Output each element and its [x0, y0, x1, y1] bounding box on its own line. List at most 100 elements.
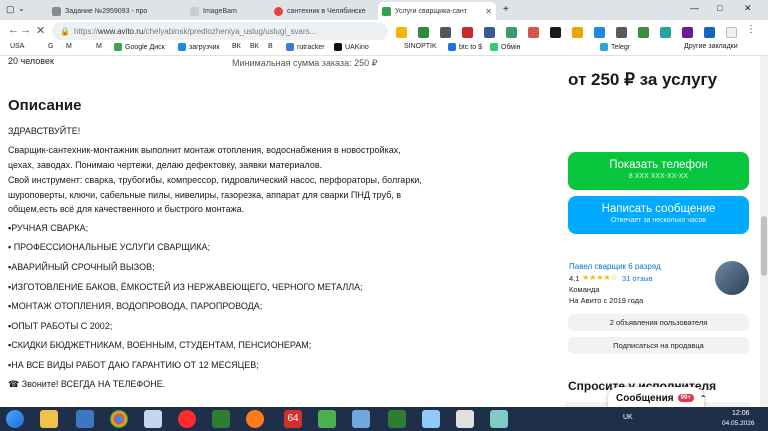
tab-search-icon[interactable]: ▢: [6, 4, 15, 15]
desc-line: ☎ Звоните! ВСЕГДА НА ТЕЛЕФОНЕ.: [8, 379, 166, 389]
extension-icon[interactable]: [616, 27, 627, 38]
address-input[interactable]: 🔒 https:// www.avito.ru /chelyabinsk/pre…: [52, 22, 388, 40]
user-ads-button[interactable]: 2 объявления пользователя: [568, 314, 749, 331]
bookmark-sinoptik[interactable]: SINOPTIK: [404, 43, 437, 50]
other-bookmarks[interactable]: Другие закладки: [684, 43, 738, 50]
scroll-thumb[interactable]: [761, 216, 767, 276]
bookmark-uakino[interactable]: UAKino: [334, 43, 369, 51]
tab-active[interactable]: Услуги сварщика-сант ✕: [378, 2, 496, 20]
extension-icon[interactable]: [528, 27, 539, 38]
new-tab-icon[interactable]: +: [503, 4, 509, 15]
bookmark-label: Telegr: [611, 43, 631, 51]
price-heading: от 250 ₽ за услугу: [568, 70, 718, 89]
bookmark-label: Обмін: [501, 43, 521, 51]
start-icon[interactable]: [6, 410, 24, 428]
bookmark-vk-1[interactable]: ВК: [232, 43, 241, 50]
bookmark-google[interactable]: G: [48, 43, 53, 50]
chevron-up-icon[interactable]: ⌃: [700, 394, 707, 403]
app-icon[interactable]: [422, 410, 440, 428]
desc-line: Свой инструмент: сварка, трубогибы, комп…: [8, 175, 422, 185]
address-bar-row: ← → ✕ 🔒 https:// www.avito.ru /chelyabin…: [0, 20, 768, 42]
bookmark-google-drive[interactable]: Google Диск: [114, 43, 165, 51]
stop-icon[interactable]: ✕: [36, 24, 45, 37]
page-scrollbar[interactable]: [760, 56, 768, 407]
bookmark-rutracker[interactable]: rutracker: [286, 43, 325, 51]
profile-icon[interactable]: [726, 27, 737, 38]
reviews-link[interactable]: 31 отзыв: [622, 274, 653, 283]
extension-icon[interactable]: [638, 27, 649, 38]
subscribe-button[interactable]: Подписаться на продавца: [568, 337, 749, 354]
bookmark-vk-2[interactable]: ВК: [250, 43, 259, 50]
bookmark-b[interactable]: B: [268, 43, 273, 50]
forward-icon[interactable]: →: [20, 24, 31, 36]
chrome-icon[interactable]: [110, 410, 128, 428]
extension-icon[interactable]: [682, 27, 693, 38]
tab-3[interactable]: сантехник в Челябинске: [270, 2, 376, 20]
write-message-button[interactable]: Написать сообщение Отвечает за несколько…: [568, 196, 749, 234]
tab-favicon-icon: [274, 6, 283, 16]
yandex-icon[interactable]: [178, 410, 196, 428]
minimize-button[interactable]: —: [690, 3, 699, 13]
bookmark-label: SINOPTIK: [404, 43, 437, 50]
explorer-icon[interactable]: [40, 410, 58, 428]
language-indicator[interactable]: UK: [623, 414, 633, 421]
tab-close-icon[interactable]: ✕: [485, 7, 492, 16]
app-icon[interactable]: [212, 410, 230, 428]
extension-icon[interactable]: [484, 27, 495, 38]
extension-icon[interactable]: [660, 27, 671, 38]
back-icon[interactable]: ←: [8, 24, 19, 36]
messages-popup[interactable]: Сообщения 99+ ⌃: [608, 387, 707, 409]
seller-avatar[interactable]: [715, 261, 749, 295]
tab-label: Задание №2959093 - про: [65, 7, 148, 15]
app-64-icon[interactable]: 64: [284, 410, 302, 428]
desc-line: ЗДРАВСТВУЙТЕ!: [8, 126, 81, 136]
desc-line: ▪МОНТАЖ ОТОПЛЕНИЯ, ВОДОПРОВОДА, ПАРОПРОВ…: [8, 301, 263, 311]
clock-time[interactable]: 12:06: [732, 410, 750, 417]
close-window-button[interactable]: ✕: [744, 3, 752, 14]
extension-icon[interactable]: [572, 27, 583, 38]
bookmark-mail-1[interactable]: M: [66, 43, 72, 50]
extension-icon[interactable]: [704, 27, 715, 38]
app-icon[interactable]: [388, 410, 406, 428]
app-icon[interactable]: [490, 410, 508, 428]
extension-icon[interactable]: [462, 27, 473, 38]
player-icon[interactable]: [246, 410, 264, 428]
app-icon[interactable]: [144, 410, 162, 428]
show-phone-button[interactable]: Показать телефон 8 XXX XXX-XX-XX: [568, 152, 749, 190]
desc-line: общем,есть всё для качественного и быстр…: [8, 204, 245, 214]
desc-line: ▪РУЧНАЯ СВАРКА;: [8, 223, 89, 233]
bookmark-label: загрузчик: [189, 43, 220, 51]
tab-1[interactable]: Задание №2959093 - про: [48, 2, 158, 20]
desc-line: Сварщик-сантехник-монтажник выполнит мон…: [8, 145, 401, 155]
messages-label: Сообщения: [616, 392, 674, 404]
app-icon[interactable]: [76, 410, 94, 428]
extension-icon[interactable]: [594, 27, 605, 38]
extension-icon[interactable]: [396, 27, 407, 38]
bookmark-label: M: [66, 43, 72, 50]
menu-icon[interactable]: ⋮: [746, 24, 757, 35]
app-icon[interactable]: [456, 410, 474, 428]
app-icon[interactable]: [318, 410, 336, 428]
extension-icon[interactable]: [418, 27, 429, 38]
desc-line: ▪СКИДКИ БЮДЖЕТНИКАМ, ВОЕННЫМ, СТУДЕНТАМ,…: [8, 340, 312, 350]
bookmark-label: ВК: [232, 43, 241, 50]
extension-icon[interactable]: [440, 27, 451, 38]
bookmark-btc[interactable]: btc to $: [448, 43, 482, 51]
bookmark-loader[interactable]: загрузчик: [178, 43, 220, 51]
bookmark-label: UAKino: [345, 43, 369, 51]
bookmark-label: B: [268, 43, 273, 50]
bookmark-obmin[interactable]: Обмін: [490, 43, 521, 51]
bookmark-mail-2[interactable]: M: [96, 43, 102, 50]
extension-icon[interactable]: [550, 27, 561, 38]
seller-rating: 4,1: [569, 274, 580, 283]
chevron-down-icon[interactable]: ⌄: [18, 4, 25, 13]
tab-label: сантехник в Челябинске: [287, 7, 366, 15]
bookmark-usa[interactable]: USA: [10, 43, 24, 50]
tab-2[interactable]: ImageBam: [186, 2, 268, 20]
bookmark-telegram[interactable]: Telegr: [600, 43, 630, 51]
clock-date[interactable]: 04.05.2026: [722, 420, 755, 427]
seller-name-link[interactable]: Павел сварщик 6 разряд: [569, 262, 661, 271]
extension-icon[interactable]: [506, 27, 517, 38]
maximize-button[interactable]: □: [717, 3, 722, 13]
app-icon[interactable]: [352, 410, 370, 428]
